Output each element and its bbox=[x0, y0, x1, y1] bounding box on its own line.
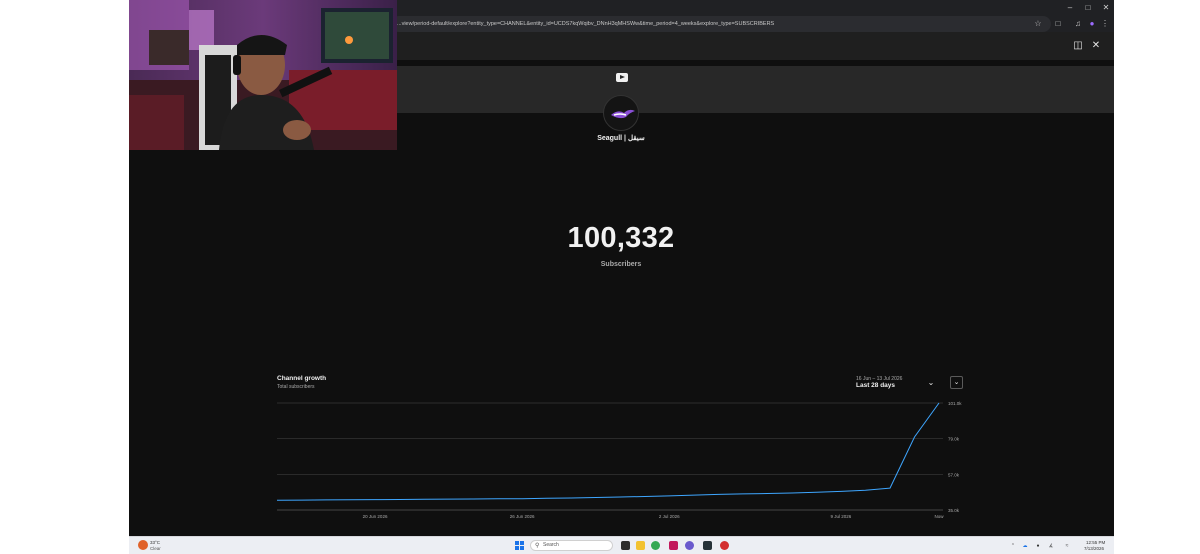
search-icon: ⚲ bbox=[535, 543, 540, 549]
x-tick-label: 26 Jun 2026 bbox=[510, 514, 535, 519]
taskbar-search[interactable]: ⚲ Search bbox=[530, 540, 613, 551]
series-line[interactable] bbox=[276, 402, 940, 501]
y-tick-label: 35.0k bbox=[948, 508, 960, 513]
language-icon[interactable]: ∡ bbox=[1047, 542, 1055, 550]
app-icon[interactable] bbox=[669, 541, 678, 550]
task-view-icon[interactable] bbox=[621, 541, 630, 550]
weather-icon[interactable] bbox=[138, 540, 148, 550]
y-tick-label: 101.0k bbox=[948, 401, 962, 406]
mic-icon[interactable]: ● bbox=[1034, 542, 1042, 550]
app-icon[interactable] bbox=[720, 541, 729, 550]
x-tick-label: Now bbox=[934, 514, 944, 519]
y-tick-label: 79.0k bbox=[948, 437, 960, 442]
x-tick-label: 9 Jul 2026 bbox=[831, 514, 852, 519]
weather-temp: 33°C bbox=[150, 540, 161, 545]
terminal-icon[interactable] bbox=[703, 541, 712, 550]
windows-taskbar: 33°C Clear ⚲ Search ⌃ ☁ ● ∡ ≈ 12:55 PM 7… bbox=[129, 536, 1114, 554]
streamer-webcam-image bbox=[129, 0, 397, 150]
weather-condition: Clear bbox=[150, 546, 161, 551]
wifi-icon[interactable]: ≈ bbox=[1063, 542, 1071, 550]
app-icon[interactable] bbox=[685, 541, 694, 550]
chevron-up-icon[interactable]: ⌃ bbox=[1009, 542, 1017, 550]
x-tick-label: 2 Jul 2026 bbox=[659, 514, 680, 519]
windows-start-icon[interactable] bbox=[515, 541, 524, 550]
clock-date[interactable]: 7/13/2026 bbox=[1084, 546, 1104, 551]
cloud-icon[interactable]: ☁ bbox=[1021, 542, 1029, 550]
file-explorer-icon[interactable] bbox=[636, 541, 645, 550]
clock-time[interactable]: 12:55 PM bbox=[1086, 540, 1105, 545]
x-tick-label: 20 Jun 2026 bbox=[363, 514, 388, 519]
chrome-icon[interactable] bbox=[651, 541, 660, 550]
search-placeholder: Search bbox=[543, 542, 559, 548]
y-tick-label: 57.0k bbox=[948, 472, 960, 477]
webcam-overlay bbox=[129, 0, 397, 150]
